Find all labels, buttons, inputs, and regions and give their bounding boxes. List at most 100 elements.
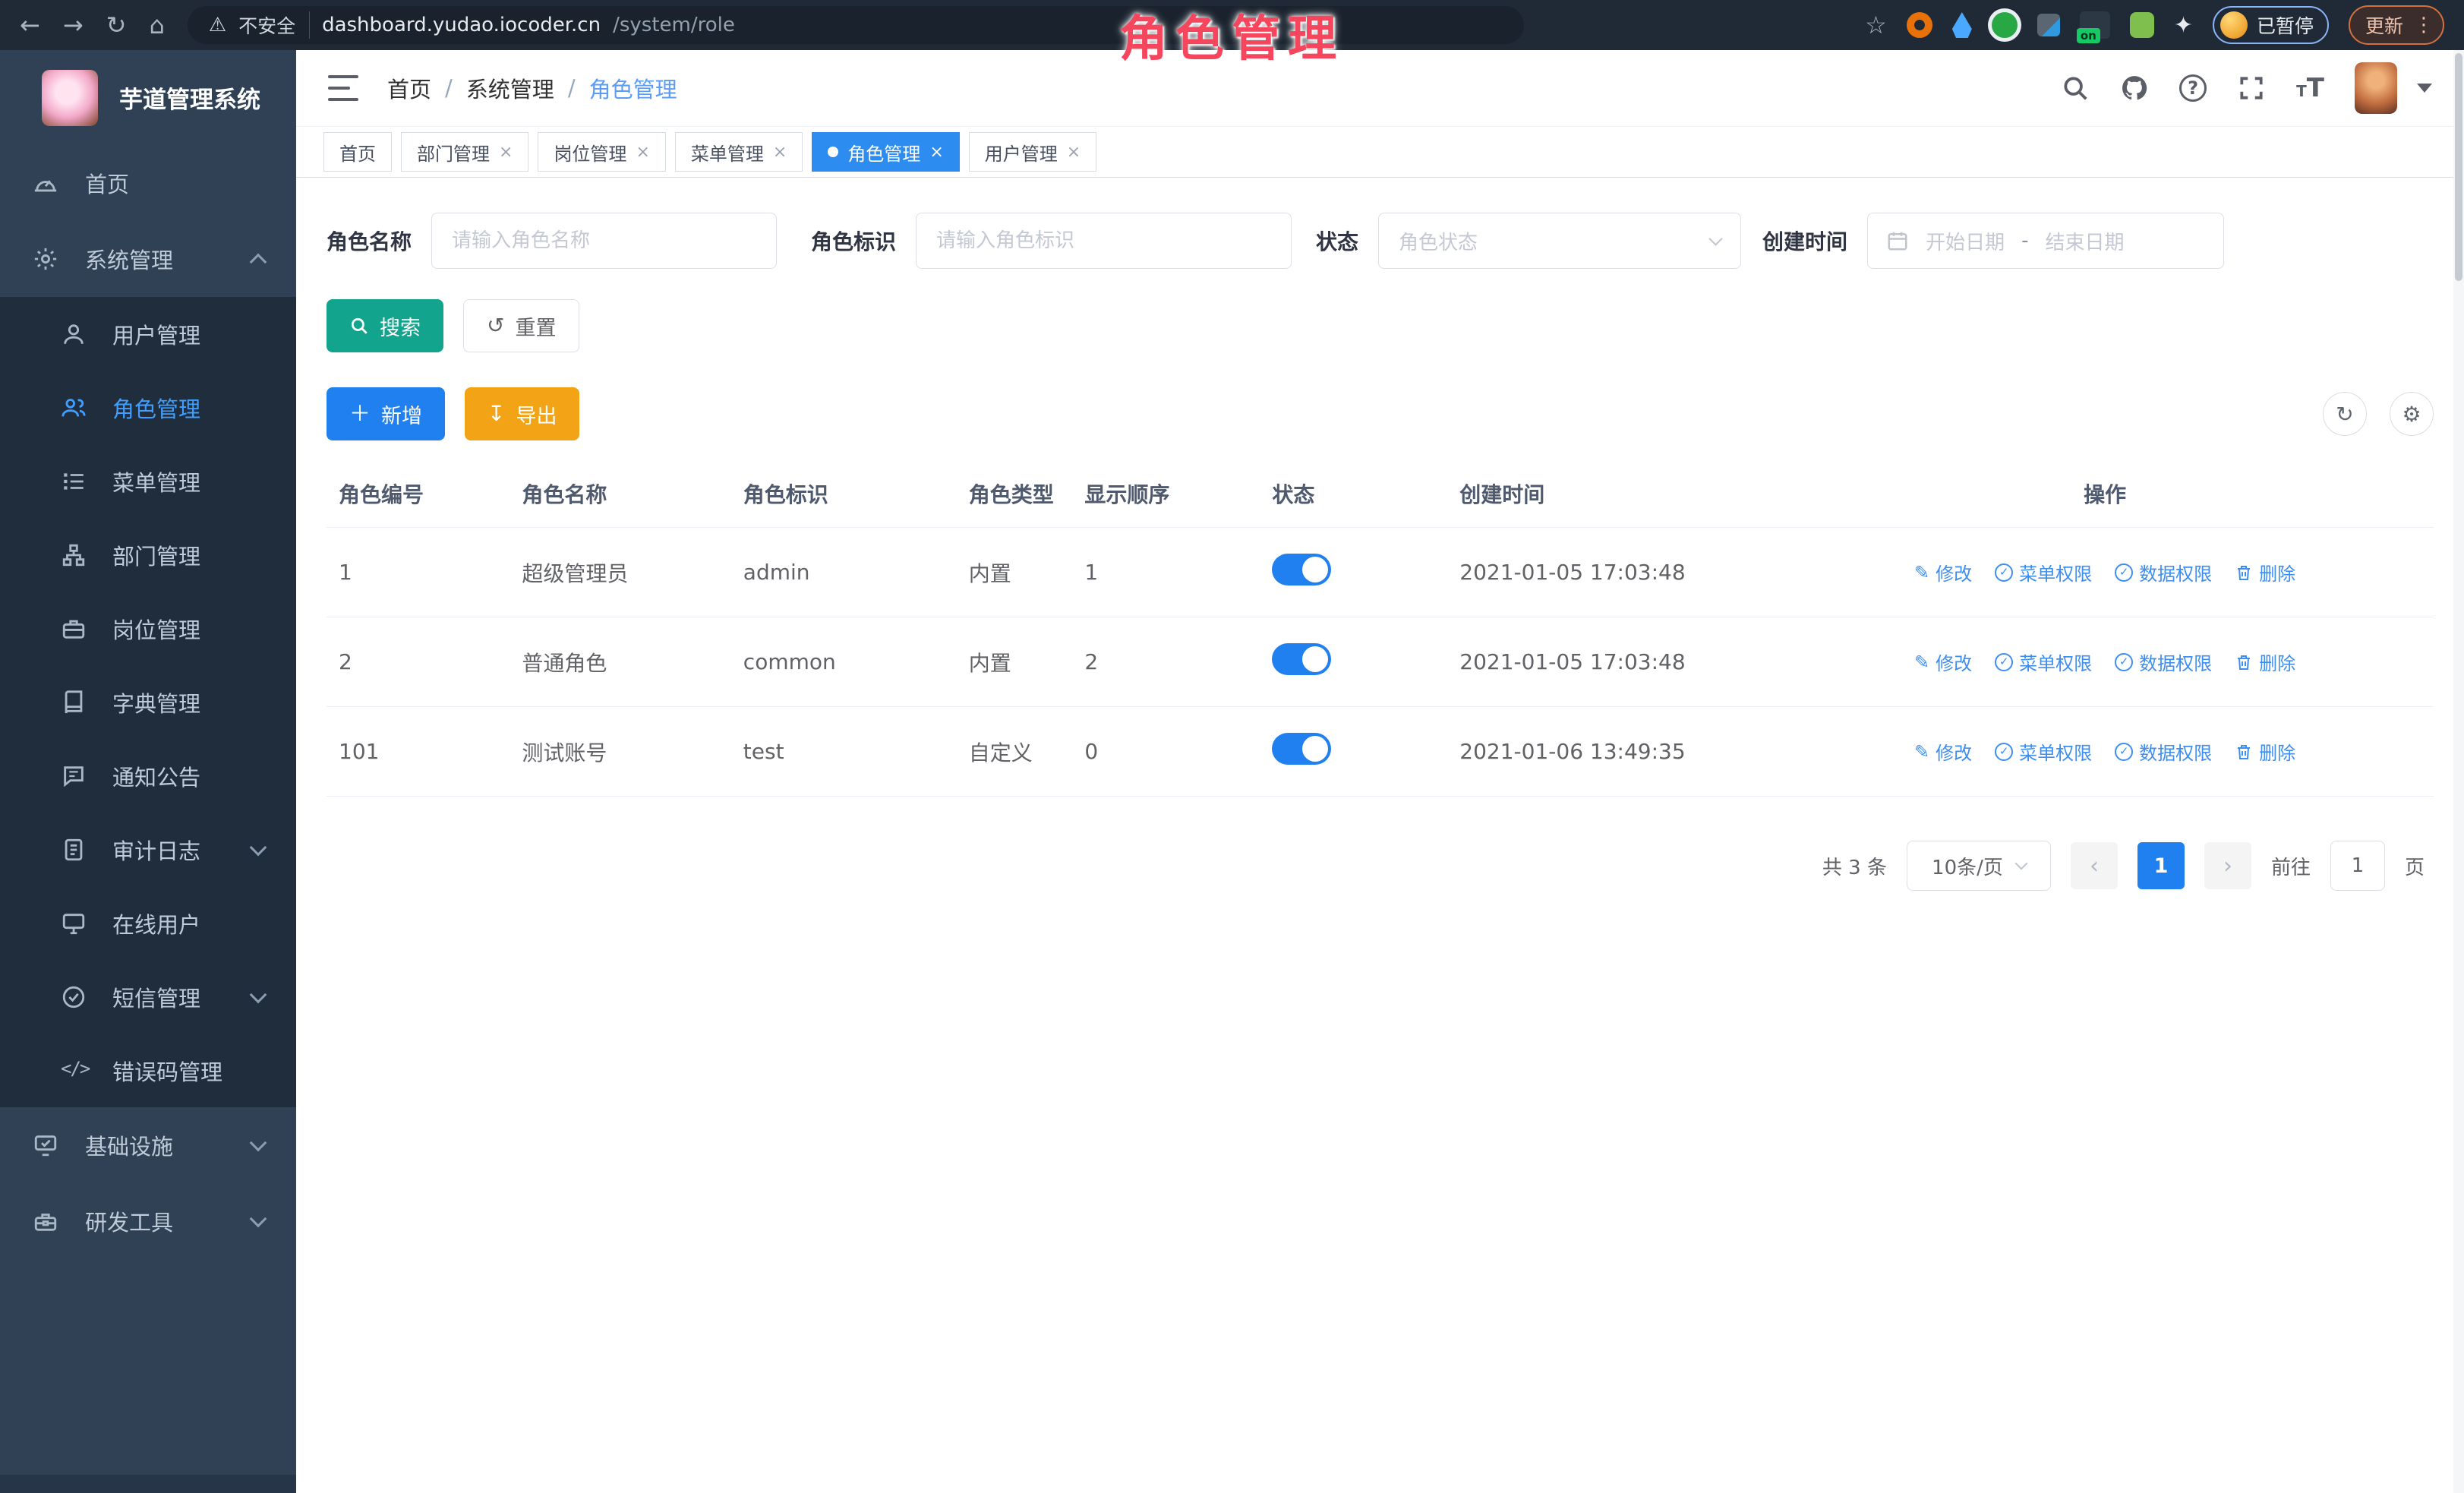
sidebar-item-dev-tools[interactable]: 研发工具	[0, 1183, 296, 1259]
bookmark-star-icon[interactable]: ☆	[1865, 13, 1887, 37]
reset-button[interactable]: ↺ 重置	[463, 299, 579, 352]
role-key-input[interactable]	[916, 213, 1292, 269]
sidebar-item-departments[interactable]: 部门管理	[0, 518, 296, 592]
goto-page-input[interactable]	[2330, 841, 2385, 891]
sidebar-item-system[interactable]: 系统管理	[0, 221, 296, 297]
cell-role-id: 1	[327, 528, 510, 617]
page-1-button[interactable]: 1	[2137, 842, 2185, 889]
total-count: 共 3 条	[1822, 852, 1887, 880]
sidebar-item-notices[interactable]: 通知公告	[0, 739, 296, 813]
add-button[interactable]: ＋ 新增	[327, 387, 445, 440]
back-icon[interactable]: ←	[20, 13, 40, 37]
pagination: 共 3 条 10条/页 ‹ 1 › 前往 页	[327, 841, 2434, 891]
status-toggle-on[interactable]	[1272, 643, 1331, 675]
font-size-icon[interactable]: TT	[2296, 73, 2324, 103]
delete-link[interactable]: 删除	[2235, 649, 2295, 675]
data-permission-link[interactable]: ✓数据权限	[2115, 738, 2212, 765]
delete-link[interactable]: 删除	[2235, 559, 2295, 586]
sidebar-item-home[interactable]: 首页	[0, 145, 296, 221]
search-button[interactable]: 搜索	[327, 299, 443, 352]
prev-page-button[interactable]: ‹	[2071, 842, 2118, 889]
main-area: 首页 / 系统管理 / 角色管理 ? TT 首页	[296, 50, 2464, 1493]
edit-link[interactable]: ✎修改	[1914, 738, 1972, 765]
extensions-puzzle-icon[interactable]: ✦	[2174, 12, 2193, 39]
extension-green-icon[interactable]	[1992, 12, 2018, 38]
extension-orange-icon[interactable]	[1907, 12, 1932, 38]
user-icon	[61, 321, 87, 347]
refresh-table-button[interactable]: ↻	[2323, 392, 2367, 436]
col-role-name: 角色名称	[510, 460, 730, 528]
avatar[interactable]	[2355, 62, 2397, 114]
date-range-picker[interactable]: 开始日期 - 结束日期	[1867, 213, 2224, 269]
menu-permission-link[interactable]: ✓菜单权限	[1995, 649, 2092, 675]
tab-users[interactable]: 用户管理×	[969, 132, 1096, 172]
extension-switch-icon[interactable]: on	[2080, 11, 2110, 39]
data-permission-link[interactable]: ✓数据权限	[2115, 649, 2212, 675]
status-toggle-on[interactable]	[1272, 733, 1331, 765]
help-icon[interactable]: ?	[2179, 74, 2207, 102]
sidebar-item-label: 基础设施	[85, 1129, 173, 1161]
edit-link[interactable]: ✎修改	[1914, 649, 1972, 675]
circle-check-icon	[61, 984, 87, 1010]
sidebar-item-posts[interactable]: 岗位管理	[0, 592, 296, 665]
page-scrollbar[interactable]	[2453, 50, 2464, 1493]
menu-permission-link[interactable]: ✓菜单权限	[1995, 738, 2092, 765]
row-actions: ✎修改 ✓菜单权限 ✓数据权限 删除	[1914, 649, 2295, 675]
menu-permission-link[interactable]: ✓菜单权限	[1995, 559, 2092, 586]
close-icon[interactable]: ×	[636, 143, 649, 162]
tab-departments[interactable]: 部门管理×	[401, 132, 528, 172]
profile-caret-icon[interactable]	[2417, 84, 2432, 93]
next-page-button[interactable]: ›	[2204, 842, 2251, 889]
profile-paused-pill[interactable]: 已暂停	[2213, 6, 2329, 44]
extension-grid-icon[interactable]	[2037, 14, 2060, 36]
sidebar-logo[interactable]: 芋道管理系统	[0, 50, 296, 145]
status-toggle-on[interactable]	[1272, 554, 1331, 586]
delete-link[interactable]: 删除	[2235, 738, 2295, 765]
export-button[interactable]: ↧ 导出	[465, 387, 579, 440]
forward-icon[interactable]: →	[63, 13, 84, 37]
github-icon[interactable]	[2120, 74, 2149, 103]
sidebar-item-online-users[interactable]: 在线用户	[0, 886, 296, 960]
column-settings-button[interactable]: ⚙	[2390, 392, 2434, 436]
extension-drop-icon[interactable]	[1952, 12, 1972, 38]
scrollbar-thumb[interactable]	[2455, 53, 2462, 281]
close-icon[interactable]: ×	[773, 143, 787, 162]
tab-roles-active[interactable]: 角色管理×	[812, 132, 959, 172]
sidebar-item-infrastructure[interactable]: 基础设施	[0, 1107, 296, 1183]
chevron-down-icon	[1708, 232, 1722, 245]
sidebar-item-sms[interactable]: 短信管理	[0, 960, 296, 1034]
sidebar-item-menus[interactable]: 菜单管理	[0, 444, 296, 518]
close-icon[interactable]: ×	[929, 143, 943, 162]
filter-form: 角色名称 角色标识 状态 角色状态 创建时间 开始日期 - 结束日期	[327, 213, 2434, 269]
sidebar-item-roles[interactable]: 角色管理	[0, 371, 296, 444]
tab-home[interactable]: 首页	[323, 132, 392, 172]
hamburger-icon[interactable]	[328, 75, 358, 101]
role-name-input[interactable]	[431, 213, 777, 269]
close-icon[interactable]: ×	[1067, 143, 1081, 162]
data-permission-link[interactable]: ✓数据权限	[2115, 559, 2212, 586]
status-select[interactable]: 角色状态	[1378, 213, 1741, 269]
sidebar-item-users[interactable]: 用户管理	[0, 297, 296, 371]
browser-menu-icon[interactable]: ⋮	[2414, 14, 2434, 36]
fullscreen-icon[interactable]	[2237, 74, 2266, 103]
sidebar-item-error-codes[interactable]: </> 错误码管理	[0, 1034, 296, 1107]
extension-monster-icon[interactable]	[2130, 12, 2154, 38]
close-icon[interactable]: ×	[499, 143, 513, 162]
tab-menus[interactable]: 菜单管理×	[675, 132, 803, 172]
edit-link[interactable]: ✎修改	[1914, 559, 1972, 586]
search-icon[interactable]	[2061, 74, 2090, 103]
page-size-select[interactable]: 10条/页	[1907, 841, 2051, 891]
reload-icon[interactable]: ↻	[106, 13, 127, 37]
sidebar-item-label: 首页	[85, 167, 129, 199]
breadcrumb-system[interactable]: 系统管理	[466, 72, 554, 104]
browser-update-button[interactable]: 更新 ⋮	[2349, 5, 2444, 45]
sidebar-item-audit-logs[interactable]: 审计日志	[0, 813, 296, 886]
home-icon[interactable]: ⌂	[149, 13, 164, 37]
sidebar-item-dictionary[interactable]: 字典管理	[0, 665, 296, 739]
url-host: dashboard.yudao.iocoder.cn	[322, 14, 601, 36]
not-secure-warning-icon: ⚠	[209, 14, 226, 36]
tab-posts[interactable]: 岗位管理×	[538, 132, 665, 172]
breadcrumb-home[interactable]: 首页	[387, 72, 431, 104]
not-secure-label: 不安全	[238, 11, 310, 39]
search-button-row: 搜索 ↺ 重置	[327, 299, 2434, 352]
